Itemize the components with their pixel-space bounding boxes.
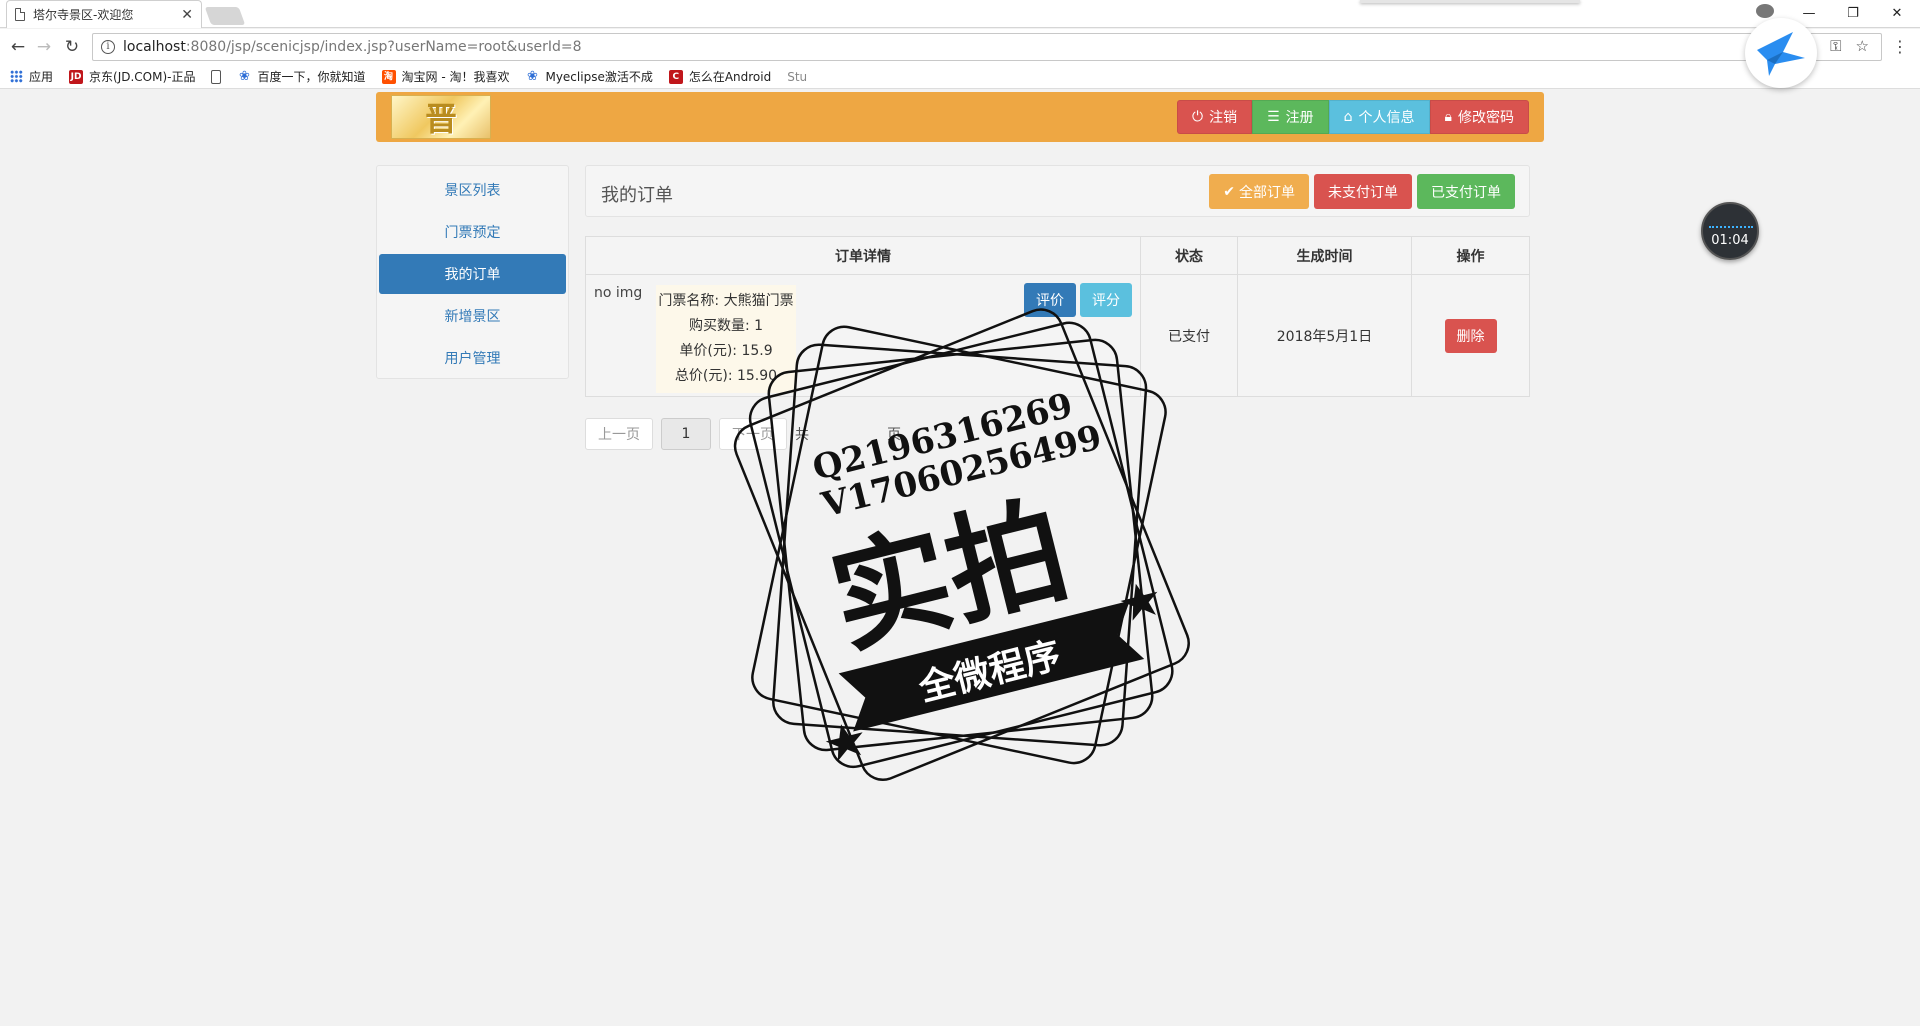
bird-icon[interactable] [1745,18,1817,88]
change-password-button[interactable]: 🔒︎ 修改密码 [1429,100,1529,134]
bookmark-apps[interactable]: 应用 [10,68,53,85]
baidu-paw-icon: ❀ [239,68,250,84]
profile-button[interactable]: ⌂ 个人信息 [1328,100,1430,134]
lock-icon: 🔒︎ [1444,109,1452,125]
table-header-row: 订单详情 状态 生成时间 操作 [585,236,1530,275]
page-icon [211,69,222,84]
column-header-created: 生成时间 [1237,236,1412,275]
power-icon: ⏻ [1192,109,1204,125]
url-text: localhost:8080/jsp/scenicjsp/index.jsp?u… [123,39,582,55]
page-title: 我的订单 [601,185,673,206]
forward-icon[interactable]: → [32,35,56,59]
browser-toolbar: ← → ↻ i localhost:8080/jsp/scenicjsp/ind… [0,29,1920,65]
register-button[interactable]: ☰ 注册 [1252,100,1329,134]
sidebar-item-ticket-booking[interactable]: 门票预定 [379,212,566,252]
bookmark-page[interactable] [211,69,222,84]
home-icon: ⌂ [1343,109,1353,125]
order-created: 2018年5月1日 [1237,274,1412,397]
bookmark-jd[interactable]: JD 京东(JD.COM)-正品 [69,68,195,85]
check-icon: ✔ [1223,183,1235,200]
wave-icon [1709,226,1753,232]
tab-close-icon[interactable]: ✕ [181,8,193,22]
tab-strip: 塔尔寺景区-欢迎您 ✕ — ❐ ✕ [0,0,1920,28]
restore-icon[interactable]: ❐ [1844,6,1862,21]
back-icon[interactable]: ← [6,35,30,59]
key-icon[interactable]: ⚿ [1830,37,1841,55]
minimize-icon[interactable]: — [1800,6,1818,21]
new-tab-button[interactable] [204,7,246,25]
header-actions: ⏻ 注销 ☰ 注册 ⌂ 个人信息 🔒︎ 修改密码 [1177,100,1529,134]
sidebar-item-my-orders[interactable]: 我的订单 [379,254,566,294]
column-header-detail: 订单详情 [585,236,1141,275]
column-header-status: 状态 [1140,236,1238,275]
taobao-icon: 淘 [381,69,396,84]
order-filters: ✔ 全部订单 未支付订单 已支付订单 [1209,174,1515,209]
timer-text: 01:04 [1711,233,1749,248]
unpaid-orders-button[interactable]: 未支付订单 [1314,174,1412,209]
bookmark-myeclipse[interactable]: ❀ Myeclipse激活不成 [525,68,653,85]
logout-button[interactable]: ⏻ 注销 [1177,100,1253,134]
reload-icon[interactable]: ↻ [60,35,84,59]
bookmarks-bar: 应用 JD 京东(JD.COM)-正品 ❀ 百度一下，你就知道 淘淘宝网 - 淘！我… [0,65,1920,89]
paid-orders-button[interactable]: 已支付订单 [1417,174,1515,209]
watermark-stamp: Q2196316269 V17060256499 实拍 全微程序 [733,308,1190,781]
logo-text: 晋 [424,100,457,138]
bookmark-taobao[interactable]: 淘淘宝网 - 淘！我喜欢 [381,68,509,85]
apps-grid-icon [10,70,23,83]
recording-timer[interactable]: 01:04 [1701,202,1759,260]
bookmark-baidu[interactable]: ❀ 百度一下，你就知道 [237,68,365,85]
close-window-icon[interactable]: ✕ [1888,6,1906,21]
sidebar-item-add-scenic[interactable]: 新增景区 [379,296,566,336]
address-bar[interactable]: i localhost:8080/jsp/scenicjsp/index.jsp… [92,33,1882,61]
c-icon: C [668,69,683,84]
sidebar: 景区列表 门票预定 我的订单 新增景区 用户管理 [376,165,569,379]
browser-tab[interactable]: 塔尔寺景区-欢迎您 ✕ [6,0,202,28]
dropdown-edge [1360,0,1580,3]
page-icon [15,8,25,21]
bookmark-stu[interactable]: Stu [787,70,807,84]
column-header-actions: 操作 [1411,236,1530,275]
omnibox-actions: ⚿ ☆ [1830,37,1869,55]
all-orders-button[interactable]: ✔ 全部订单 [1209,174,1309,209]
order-actions-cell: 删除 [1411,274,1530,397]
delete-button[interactable]: 删除 [1444,318,1497,353]
menu-icon[interactable]: ⋮ [1892,37,1908,56]
bookmark-android[interactable]: C 怎么在Android [668,68,771,85]
baidu-paw-icon: ❀ [527,68,538,84]
prev-page-button[interactable]: 上一页 [585,418,653,450]
star-icon[interactable]: ☆ [1856,37,1869,55]
orders-header-panel: 我的订单 ✔ 全部订单 未支付订单 已支付订单 [585,165,1530,217]
site-header: 晋 ⏻ 注销 ☰ 注册 ⌂ 个人信息 🔒︎ 修改密码 [376,92,1544,142]
sidebar-item-scenic-list[interactable]: 景区列表 [379,170,566,210]
tab-title: 塔尔寺景区-欢迎您 [33,8,134,22]
info-icon[interactable]: i [101,40,115,54]
current-page[interactable]: 1 [661,418,711,450]
ticket-image: no img [594,285,643,301]
jd-icon: JD [69,69,84,84]
list-icon: ☰ [1267,109,1280,125]
site-logo[interactable]: 晋 [391,95,491,139]
sidebar-item-user-management[interactable]: 用户管理 [379,338,566,378]
